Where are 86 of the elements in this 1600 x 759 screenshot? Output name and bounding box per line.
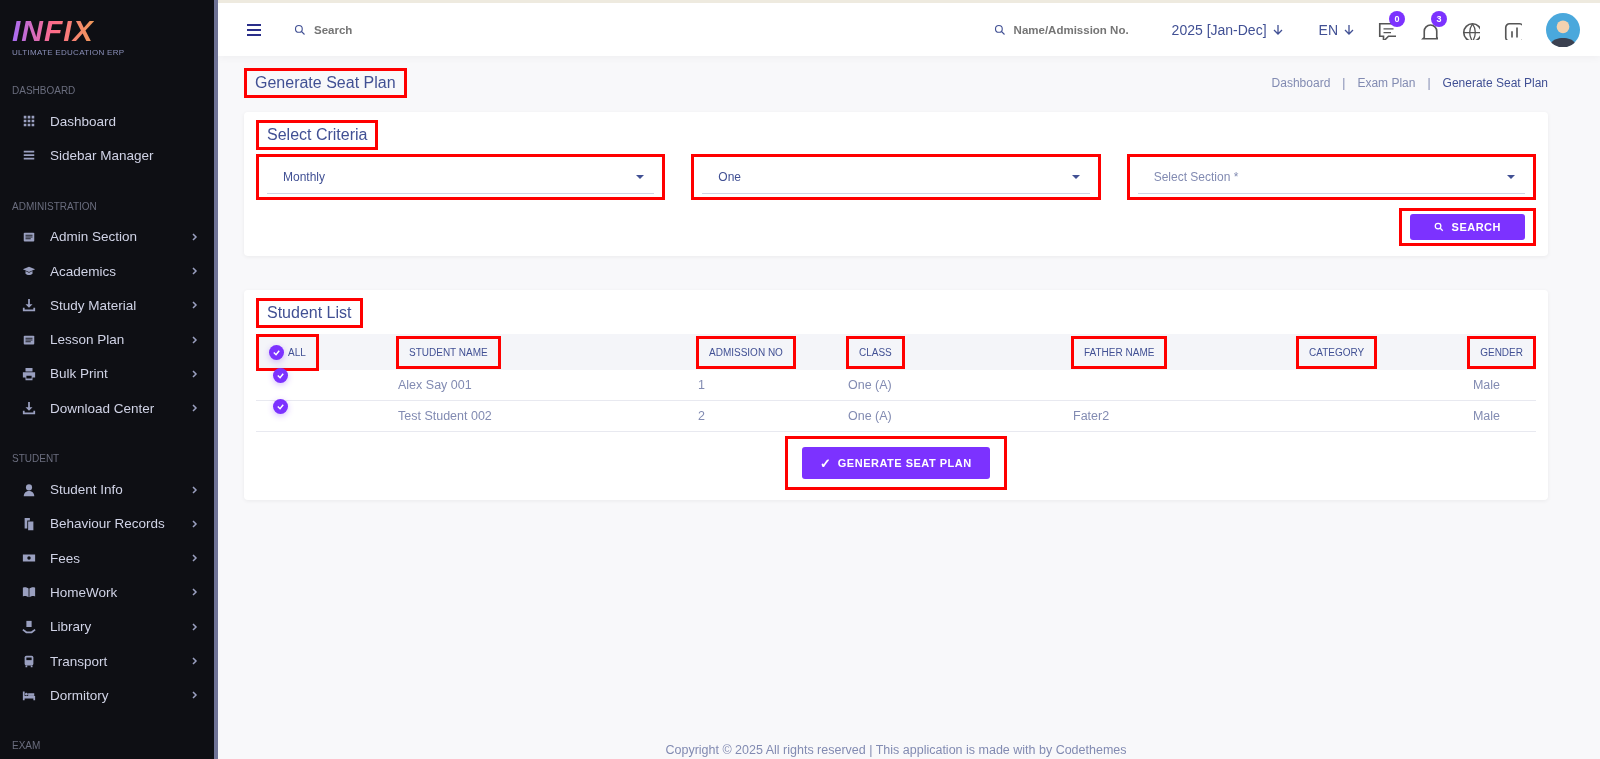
page-title: Generate Seat Plan — [255, 74, 396, 92]
sidebar-section-heading: ADMINISTRATION — [11, 200, 98, 212]
check-icon — [272, 348, 281, 357]
download-icon — [22, 298, 36, 313]
checkbox[interactable] — [269, 345, 284, 360]
table-cell-text: Male — [1471, 409, 1501, 423]
chevron-right-icon — [190, 484, 198, 495]
sidebar-item[interactable]: Study Material — [0, 288, 214, 323]
logo-tagline: ULTIMATE EDUCATION ERP — [12, 48, 125, 57]
table-cell-text: Male — [1471, 378, 1501, 392]
sidebar-item[interactable]: Academics — [0, 253, 214, 289]
checkbox[interactable] — [273, 399, 288, 414]
breadcrumb-separator: | — [1427, 76, 1431, 90]
down-arrow-icon — [1272, 23, 1283, 36]
bus-icon — [22, 654, 36, 668]
sidebar-item[interactable]: Bulk Print — [0, 356, 214, 392]
breadcrumb-separator: | — [1342, 76, 1346, 90]
column-header: CLASS — [859, 347, 892, 358]
documents-icon — [22, 516, 36, 531]
down-arrow-icon — [1344, 23, 1354, 36]
sidebar-item[interactable]: Behaviour Records — [0, 506, 214, 541]
sidebar-item[interactable]: Library — [0, 609, 214, 644]
search-icon — [294, 23, 306, 36]
chevron-right-icon — [190, 368, 198, 379]
section-title: Select Criteria — [267, 126, 368, 144]
search-icon — [1433, 222, 1444, 232]
sidebar-item[interactable]: Student Info — [0, 472, 214, 507]
column-header: GENDER — [1480, 347, 1523, 358]
avatar-icon[interactable] — [1546, 12, 1580, 47]
chevron-right-icon — [190, 553, 198, 564]
language-dropdown[interactable]: EN — [1318, 21, 1354, 38]
sidebar-section-heading: STUDENT — [11, 453, 61, 465]
sidebar-item[interactable]: Sidebar Manager — [0, 138, 214, 173]
column-header: FATHER NAME — [1084, 347, 1155, 358]
sidebar-item[interactable]: Lesson Plan — [0, 322, 214, 357]
sidebar-item[interactable]: HomeWork — [0, 575, 214, 610]
search-icon — [993, 23, 1006, 36]
table-cell-text: Fater2 — [1072, 409, 1111, 423]
chevron-right-icon — [190, 334, 198, 345]
chevron-right-icon — [190, 690, 198, 701]
table-cell-text: One (A) — [847, 378, 893, 392]
section-title: Student List — [267, 304, 352, 322]
sidebar-item[interactable]: Download Center — [0, 391, 214, 426]
check-icon — [276, 371, 285, 380]
chevron-right-icon — [190, 656, 198, 666]
chevron-right-icon — [190, 518, 198, 529]
sidebar-item[interactable]: Transport — [0, 643, 214, 679]
caret-down-icon — [636, 174, 645, 179]
sidebar-section-heading: DASHBOARD — [11, 85, 77, 96]
session-dropdown[interactable]: 2025 [Jan-Dec] — [1171, 21, 1283, 38]
menu-icon — [246, 21, 262, 38]
caret-down-icon — [1507, 174, 1515, 179]
sidebar-section-heading: EXAM — [11, 740, 42, 752]
table-cell-text: One (A) — [847, 409, 893, 423]
table-cell-text: Alex Say 001 — [397, 378, 473, 392]
hand-book-icon — [22, 619, 36, 634]
sidebar-item[interactable]: Dormitory — [0, 678, 214, 713]
table-cell-text: 2 — [697, 409, 706, 423]
book-icon — [22, 585, 36, 600]
table-cell-text: Test Student 002 — [397, 409, 493, 423]
breadcrumb-link[interactable]: Generate Seat Plan — [1442, 76, 1548, 90]
chevron-right-icon — [190, 403, 198, 414]
caret-down-icon — [1071, 174, 1080, 179]
column-header: STUDENT NAME — [409, 347, 488, 358]
person-icon — [22, 482, 36, 497]
sidebar-item[interactable]: Dashboard — [0, 104, 214, 139]
generate-seat-plan-button[interactable]: ✓ GENERATE SEAT PLAN — [802, 447, 990, 479]
chevron-right-icon — [190, 621, 198, 632]
chevron-right-icon — [190, 266, 198, 277]
table-cell-text: 1 — [697, 378, 706, 392]
sidebar-item[interactable]: Fees — [0, 540, 214, 576]
download-icon — [22, 401, 36, 416]
check-icon — [276, 402, 285, 411]
chevron-right-icon — [190, 231, 198, 242]
message-count-badge: 0 — [1389, 10, 1405, 27]
column-header: ADMISSION NO — [709, 347, 783, 358]
column-header: CATEGORY — [1309, 347, 1365, 358]
notification-count-badge: 3 — [1431, 10, 1447, 27]
grid-icon — [22, 114, 36, 129]
chevron-right-icon — [190, 587, 198, 598]
chevron-right-icon — [190, 300, 198, 311]
printer-icon — [22, 366, 36, 381]
search-button[interactable]: SEARCH — [1409, 214, 1525, 240]
column-header: ALL — [288, 347, 306, 358]
footer-text: Copyright © 2025 All rights reserved | This application is made with by Codethemes — [665, 743, 1127, 757]
sidebar-item[interactable]: Admin Section — [0, 219, 214, 254]
